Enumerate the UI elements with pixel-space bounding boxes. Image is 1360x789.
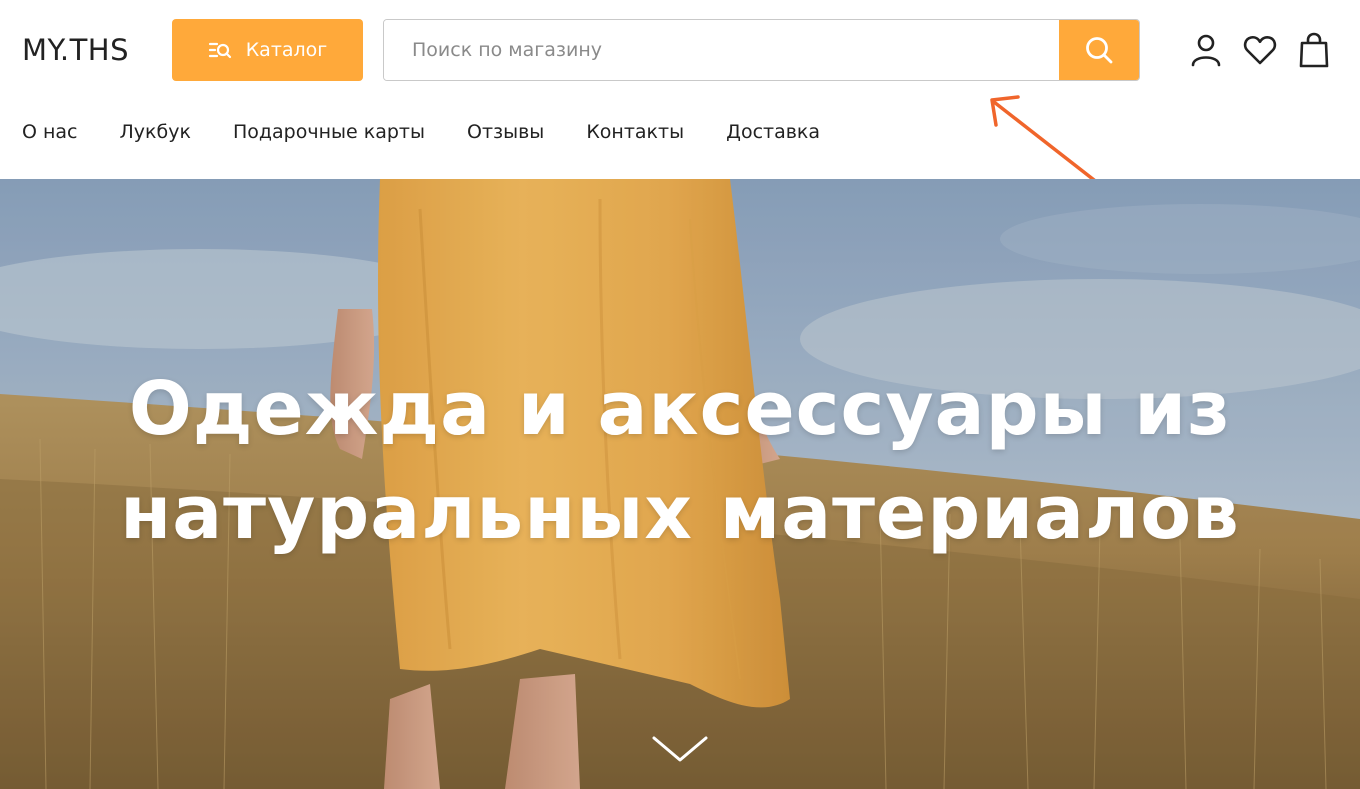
site-header: MY.THS Каталог Поиск по магазину О нас Л… [0,0,1360,196]
hero-banner: Одежда и аксессуары из натуральных матер… [0,179,1360,789]
main-nav: О нас Лукбук Подарочные карты Отзывы Кон… [22,118,862,146]
nav-item-contacts[interactable]: Контакты [586,118,684,146]
catalog-label: Каталог [245,39,328,61]
nav-item-reviews[interactable]: Отзывы [467,118,544,146]
hero-title-line2: натуральных материалов [120,470,1240,556]
search-input[interactable] [384,20,1059,80]
search-icon [1086,37,1113,64]
account-button[interactable] [1188,30,1224,70]
search-box [383,19,1140,81]
header-icons [1188,30,1332,70]
catalog-button[interactable]: Каталог [172,19,363,81]
bag-icon [1299,32,1329,68]
catalog-search-icon [208,42,231,59]
hero-title: Одежда и аксессуары из натуральных матер… [0,357,1360,565]
cart-button[interactable] [1296,30,1332,70]
nav-item-delivery[interactable]: Доставка [726,118,820,146]
logo[interactable]: MY.THS [22,32,129,68]
search-button[interactable] [1059,20,1139,80]
hero-title-line1: Одежда и аксессуары из [128,366,1232,452]
chevron-down-icon[interactable] [651,734,709,764]
nav-item-lookbook[interactable]: Лукбук [120,118,191,146]
wishlist-button[interactable] [1242,30,1278,70]
user-icon [1191,34,1221,67]
heart-icon [1243,36,1277,65]
nav-item-gift-cards[interactable]: Подарочные карты [233,118,425,146]
nav-item-about[interactable]: О нас [22,118,78,146]
